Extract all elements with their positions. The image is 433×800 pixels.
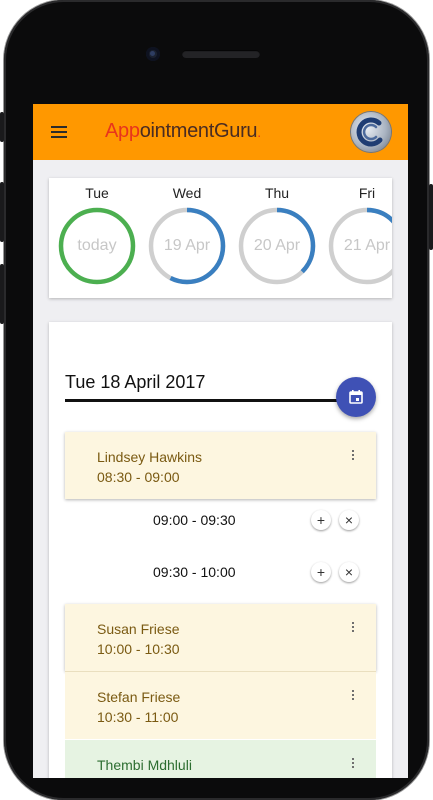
- day-name: Tue: [85, 185, 109, 201]
- app-logo: AppointmentGuru.: [105, 120, 261, 143]
- calendar-icon: [349, 390, 363, 404]
- day-label: 19 Apr: [163, 237, 211, 254]
- appointment-time: 08:30 - 09:00: [97, 469, 180, 485]
- brand-part-1: App: [105, 120, 140, 142]
- free-slot-time: 09:30 - 10:00: [153, 564, 236, 580]
- day-label: 20 Apr: [253, 237, 301, 254]
- phone-frame: AppointmentGuru. Tue today Wed 19 Apr Th…: [0, 0, 433, 800]
- appointment-time: 10:30 - 11:00: [97, 709, 179, 725]
- avatar-logo-icon: [356, 117, 383, 147]
- schedule-card: Tue 18 April 2017 Lindsey Hawkins 08:30 …: [49, 322, 392, 778]
- app-toolbar: AppointmentGuru.: [33, 104, 408, 160]
- appointment-client-name: Thembi Mdhluli: [97, 757, 192, 773]
- hamburger-menu-icon[interactable]: [51, 126, 67, 138]
- phone-volume-up-button: [0, 182, 4, 242]
- appointment-client-name: Stefan Friese: [97, 689, 181, 705]
- block-slot-button[interactable]: ×: [339, 510, 359, 530]
- phone-side-button: [0, 112, 4, 142]
- day-name: Wed: [172, 185, 202, 201]
- front-camera: [146, 47, 160, 61]
- selected-date-title: Tue 18 April 2017: [65, 372, 206, 392]
- phone-volume-down-button: [0, 264, 4, 324]
- add-appointment-button[interactable]: +: [311, 510, 331, 530]
- user-avatar[interactable]: [351, 112, 391, 152]
- appointment-client-name: Susan Friese: [97, 621, 180, 637]
- appointment-time: 10:00 - 10:30: [97, 641, 180, 657]
- block-slot-button[interactable]: ×: [339, 562, 359, 582]
- day-tab-wed[interactable]: Wed 19 Apr: [145, 178, 229, 298]
- free-slot-time: 09:00 - 09:30: [153, 512, 236, 528]
- day-name: Fri: [358, 185, 376, 201]
- appointment-item[interactable]: Thembi Mdhluli: [65, 740, 376, 778]
- day-label: 21 Apr: [343, 237, 391, 254]
- day-tab-tue[interactable]: Tue today: [55, 178, 139, 298]
- appointment-item[interactable]: Susan Friese 10:00 - 10:30: [65, 604, 376, 671]
- more-options-icon[interactable]: [349, 450, 357, 464]
- app-screen: AppointmentGuru. Tue today Wed 19 Apr Th…: [33, 104, 408, 778]
- date-underline: [65, 399, 345, 402]
- appointment-item[interactable]: Stefan Friese 10:30 - 11:00: [65, 672, 376, 739]
- day-selector: Tue today Wed 19 Apr Thu 20 Apr Fri 21 A…: [49, 178, 392, 298]
- brand-part-3: .: [257, 124, 261, 140]
- earpiece-speaker: [182, 50, 260, 58]
- appointment-item[interactable]: Lindsey Hawkins 08:30 - 09:00: [65, 432, 376, 499]
- more-options-icon[interactable]: [349, 758, 357, 772]
- calendar-button[interactable]: [336, 377, 376, 417]
- more-options-icon[interactable]: [349, 622, 357, 636]
- day-tab-fri[interactable]: Fri 21 Apr: [325, 178, 392, 298]
- brand-part-2: ointmentGuru: [139, 120, 258, 142]
- day-name: Thu: [264, 185, 290, 201]
- appointment-client-name: Lindsey Hawkins: [97, 449, 203, 465]
- more-options-icon[interactable]: [349, 690, 357, 704]
- day-label: today: [77, 237, 117, 254]
- phone-power-button: [429, 184, 433, 250]
- day-tab-thu[interactable]: Thu 20 Apr: [235, 178, 319, 298]
- add-appointment-button[interactable]: +: [311, 562, 331, 582]
